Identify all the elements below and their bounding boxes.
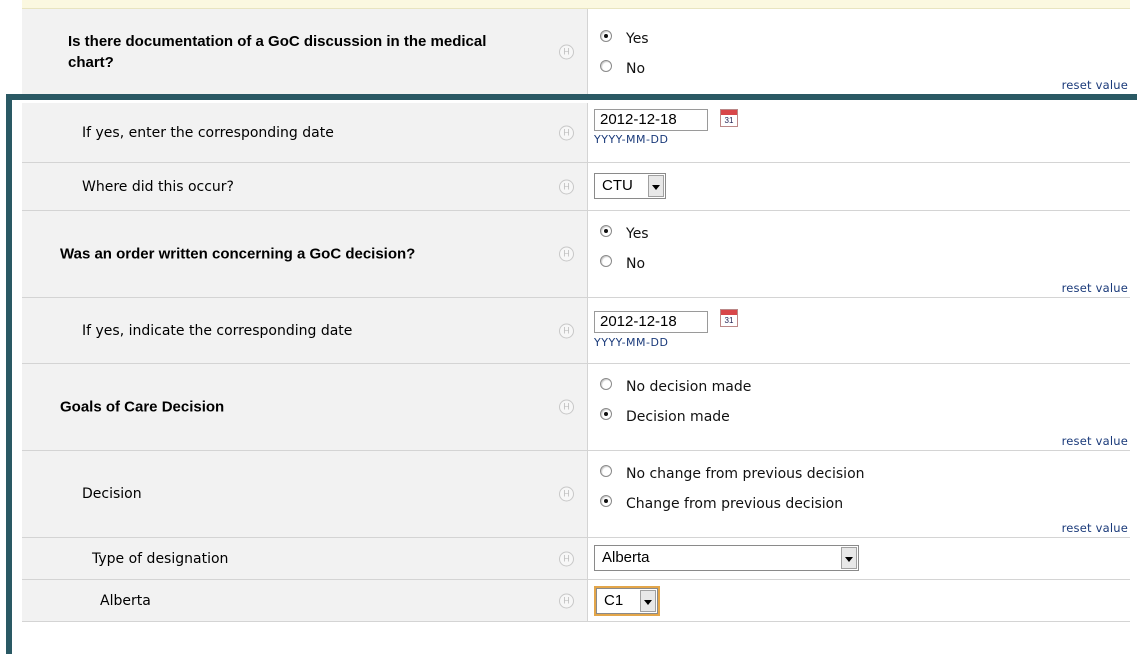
calendar-icon[interactable]: 31 xyxy=(720,309,738,327)
row-goc-date: If yes, enter the corresponding date H 2… xyxy=(22,103,1130,163)
label-cell: If yes, indicate the corresponding date … xyxy=(22,298,588,363)
label-cell: Decision H xyxy=(22,451,588,537)
alberta-select[interactable]: C1 xyxy=(594,586,660,616)
question-label: Is there documentation of a GoC discussi… xyxy=(68,32,487,71)
date-input[interactable]: 2012-12-18 xyxy=(594,311,708,333)
chevron-down-icon[interactable] xyxy=(841,547,857,569)
row-location: Where did this occur? H CTU xyxy=(22,163,1130,211)
field-cell: Yes No reset value xyxy=(588,9,1130,94)
select-value: C1 xyxy=(604,592,624,609)
row-goc-decision: Goals of Care Decision H No decision mad… xyxy=(22,364,1130,451)
question-label: Was an order written concerning a GoC de… xyxy=(60,245,416,263)
row-order-written: Was an order written concerning a GoC de… xyxy=(22,211,1130,298)
label-cell: Alberta H xyxy=(22,580,588,621)
question-label: Where did this occur? xyxy=(82,178,234,195)
reset-value-link[interactable]: reset value xyxy=(1062,78,1128,92)
radio-label: No change from previous decision xyxy=(626,466,865,482)
reset-value-link[interactable]: reset value xyxy=(1062,521,1128,535)
help-icon[interactable]: H xyxy=(559,125,574,140)
help-icon[interactable]: H xyxy=(559,593,574,608)
radio-label: No xyxy=(626,256,646,272)
row-goc-discussion: Is there documentation of a GoC discussi… xyxy=(22,9,1130,95)
field-cell: No change from previous decision Change … xyxy=(588,451,1130,537)
chevron-down-icon[interactable] xyxy=(640,590,656,612)
field-cell: CTU xyxy=(588,163,1130,210)
row-order-date: If yes, indicate the corresponding date … xyxy=(22,298,1130,364)
radio-button[interactable] xyxy=(600,495,612,507)
radio-label: Yes xyxy=(626,31,649,47)
help-icon[interactable]: H xyxy=(559,323,574,338)
question-label: If yes, enter the corresponding date xyxy=(82,124,334,141)
chevron-down-icon[interactable] xyxy=(648,175,664,197)
help-icon[interactable]: H xyxy=(559,399,574,415)
radio-option-yes[interactable]: Yes xyxy=(600,225,649,242)
calendar-icon[interactable]: 31 xyxy=(720,109,738,127)
help-icon[interactable]: H xyxy=(559,551,574,566)
radio-option-no[interactable]: No xyxy=(600,60,646,77)
date-format-hint: YYYY-MM-DD xyxy=(594,133,669,146)
label-cell: Is there documentation of a GoC discussi… xyxy=(22,9,588,94)
label-cell: If yes, enter the corresponding date H xyxy=(22,103,588,162)
radio-option-change[interactable]: Change from previous decision xyxy=(600,495,844,512)
designation-select[interactable]: Alberta xyxy=(594,545,859,571)
question-label: Alberta xyxy=(100,592,151,609)
row-decision: Decision H No change from previous decis… xyxy=(22,451,1130,538)
radio-label: Decision made xyxy=(626,409,730,425)
field-cell: 2012-12-18 31 YYYY-MM-DD xyxy=(588,103,1130,162)
reset-value-link[interactable]: reset value xyxy=(1062,434,1128,448)
reset-value-link[interactable]: reset value xyxy=(1062,281,1128,295)
field-cell: C1 xyxy=(588,580,1130,621)
row-alberta: Alberta H C1 xyxy=(22,580,1130,622)
help-icon[interactable]: H xyxy=(559,246,574,262)
radio-label: Change from previous decision xyxy=(626,496,844,512)
label-cell: Where did this occur? H xyxy=(22,163,588,210)
top-strip xyxy=(22,0,1130,9)
radio-button[interactable] xyxy=(600,408,612,420)
radio-button[interactable] xyxy=(600,60,612,72)
row-designation-type: Type of designation H Alberta xyxy=(22,538,1130,580)
radio-label: Yes xyxy=(626,226,649,242)
radio-option-yes[interactable]: Yes xyxy=(600,30,649,47)
select-value: CTU xyxy=(602,177,633,194)
select-value: Alberta xyxy=(602,549,650,566)
date-format-hint: YYYY-MM-DD xyxy=(594,336,669,349)
question-label: If yes, indicate the corresponding date xyxy=(82,322,353,339)
date-input[interactable]: 2012-12-18 xyxy=(594,109,708,131)
location-select[interactable]: CTU xyxy=(594,173,666,199)
radio-option-no[interactable]: No xyxy=(600,255,646,272)
radio-button[interactable] xyxy=(600,30,612,42)
field-cell: No decision made Decision made reset val… xyxy=(588,364,1130,450)
label-cell: Goals of Care Decision H xyxy=(22,364,588,450)
help-icon[interactable]: H xyxy=(559,486,574,502)
radio-option-no-decision[interactable]: No decision made xyxy=(600,378,752,395)
radio-option-decision-made[interactable]: Decision made xyxy=(600,408,730,425)
field-cell: Yes No reset value xyxy=(588,211,1130,297)
radio-button[interactable] xyxy=(600,465,612,477)
label-cell: Type of designation H xyxy=(22,538,588,579)
radio-label: No xyxy=(626,61,646,77)
radio-label: No decision made xyxy=(626,379,752,395)
field-cell: Alberta xyxy=(588,538,1130,579)
question-label: Decision xyxy=(82,486,142,502)
help-icon[interactable]: H xyxy=(559,179,574,194)
radio-button[interactable] xyxy=(600,225,612,237)
radio-option-no-change[interactable]: No change from previous decision xyxy=(600,465,865,482)
radio-button[interactable] xyxy=(600,378,612,390)
help-icon[interactable]: H xyxy=(559,44,574,59)
question-label: Goals of Care Decision xyxy=(60,398,225,416)
label-cell: Was an order written concerning a GoC de… xyxy=(22,211,588,297)
question-label: Type of designation xyxy=(92,550,229,567)
radio-button[interactable] xyxy=(600,255,612,267)
field-cell: 2012-12-18 31 YYYY-MM-DD xyxy=(588,298,1130,363)
